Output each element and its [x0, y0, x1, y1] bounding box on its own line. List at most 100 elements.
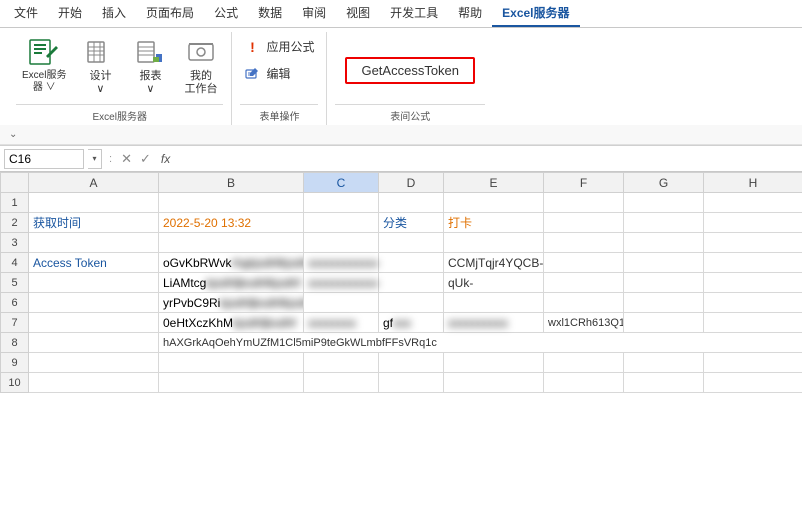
cell-G4[interactable]	[624, 253, 704, 273]
cell-A5[interactable]	[29, 273, 159, 293]
col-header-C[interactable]: C	[304, 173, 379, 193]
cell-F2[interactable]	[544, 213, 624, 233]
cell-D1[interactable]	[379, 193, 444, 213]
cell-F5[interactable]	[544, 273, 624, 293]
tab-file[interactable]: 文件	[4, 0, 48, 27]
cell-F6[interactable]	[544, 293, 624, 313]
design-button[interactable]: 设计∨	[78, 32, 122, 100]
cell-H6[interactable]	[704, 293, 802, 313]
cell-B1[interactable]	[159, 193, 304, 213]
cell-E10[interactable]	[444, 373, 544, 393]
tab-insert[interactable]: 插入	[92, 0, 136, 27]
cell-B6[interactable]: yrPvbC9Rikjsdhfjksdhfkjsdhf	[159, 293, 304, 313]
cell-D6[interactable]	[379, 293, 444, 313]
cell-D10[interactable]	[379, 373, 444, 393]
cell-D3[interactable]	[379, 233, 444, 253]
cell-C6[interactable]	[304, 293, 379, 313]
cell-C10[interactable]	[304, 373, 379, 393]
col-header-F[interactable]: F	[544, 173, 624, 193]
confirm-formula-icon[interactable]: ✓	[138, 151, 153, 167]
tab-developer[interactable]: 开发工具	[380, 0, 448, 27]
cell-reference[interactable]: C16	[4, 149, 84, 169]
cell-B2[interactable]: 2022-5-20 13:32	[159, 213, 304, 233]
cell-G3[interactable]	[624, 233, 704, 253]
cell-E2[interactable]: 打卡	[444, 213, 544, 233]
cell-B7[interactable]: 0eHtXczKhMkjsdhfjksdhf	[159, 313, 304, 333]
cell-A10[interactable]	[29, 373, 159, 393]
col-header-D[interactable]: D	[379, 173, 444, 193]
cell-G5[interactable]	[624, 273, 704, 293]
report-button[interactable]: 报表∨	[128, 32, 172, 100]
cell-F9[interactable]	[544, 353, 624, 373]
cell-B5[interactable]: LiAMtcgkjsdhfjksdhfkjsdhf	[159, 273, 304, 293]
tab-formula[interactable]: 公式	[204, 0, 248, 27]
col-header-H[interactable]: H	[704, 173, 802, 193]
formula-input[interactable]	[178, 149, 798, 169]
tab-excel-server[interactable]: Excel服务器	[492, 0, 579, 27]
cell-D9[interactable]	[379, 353, 444, 373]
cell-H1[interactable]	[704, 193, 802, 213]
cell-C1[interactable]	[304, 193, 379, 213]
cell-H9[interactable]	[704, 353, 802, 373]
cell-C7[interactable]: xxxxxxxx	[304, 313, 379, 333]
workbench-button[interactable]: 我的工作台	[178, 32, 223, 100]
cell-C3[interactable]	[304, 233, 379, 253]
tab-data[interactable]: 数据	[248, 0, 292, 27]
cell-D5[interactable]	[379, 273, 444, 293]
cell-E1[interactable]	[444, 193, 544, 213]
quick-access-down-icon[interactable]: ⌄	[6, 129, 20, 140]
cell-D7[interactable]: gfxxx	[379, 313, 444, 333]
cell-ref-dropdown[interactable]: ▾	[88, 149, 102, 169]
edit-button[interactable]: 编辑	[240, 63, 294, 84]
cell-G7[interactable]	[624, 313, 704, 333]
cell-A8[interactable]	[29, 333, 159, 353]
cell-E7[interactable]: xxxxxxxxxx	[444, 313, 544, 333]
cell-E9[interactable]	[444, 353, 544, 373]
cell-F3[interactable]	[544, 233, 624, 253]
col-header-B[interactable]: B	[159, 173, 304, 193]
cell-B3[interactable]	[159, 233, 304, 253]
cell-A7[interactable]	[29, 313, 159, 333]
cell-C5[interactable]: xxxxxxxxxxxxxxx	[304, 273, 379, 293]
cell-F7[interactable]: wxl1CRh613Q1	[544, 313, 624, 333]
cancel-formula-icon[interactable]: ✕	[119, 151, 134, 167]
cell-G1[interactable]	[624, 193, 704, 213]
col-header-A[interactable]: A	[29, 173, 159, 193]
cell-A6[interactable]	[29, 293, 159, 313]
cell-G9[interactable]	[624, 353, 704, 373]
cell-H7[interactable]	[704, 313, 802, 333]
tab-help[interactable]: 帮助	[448, 0, 492, 27]
get-access-token-button[interactable]: GetAccessToken	[345, 57, 475, 84]
col-header-G[interactable]: G	[624, 173, 704, 193]
cell-C9[interactable]	[304, 353, 379, 373]
cell-G2[interactable]	[624, 213, 704, 233]
cell-A4[interactable]: Access Token	[29, 253, 159, 273]
cell-H5[interactable]	[704, 273, 802, 293]
cell-A9[interactable]	[29, 353, 159, 373]
cell-E3[interactable]	[444, 233, 544, 253]
cell-G10[interactable]	[624, 373, 704, 393]
cell-E4[interactable]: CCMjTqjr4YQCB-	[444, 253, 544, 273]
cell-A1[interactable]	[29, 193, 159, 213]
cell-F1[interactable]	[544, 193, 624, 213]
tab-start[interactable]: 开始	[48, 0, 92, 27]
excel-server-button[interactable]: Excel服务器 ∨	[16, 32, 72, 98]
cell-C4[interactable]: xxxxxxxxxxxxxxx	[304, 253, 379, 273]
tab-page-layout[interactable]: 页面布局	[136, 0, 204, 27]
cell-F4[interactable]	[544, 253, 624, 273]
cell-A3[interactable]	[29, 233, 159, 253]
cell-E6[interactable]	[444, 293, 544, 313]
cell-H2[interactable]	[704, 213, 802, 233]
cell-H4[interactable]	[704, 253, 802, 273]
cell-G6[interactable]	[624, 293, 704, 313]
cell-B4[interactable]: oGvKbRWvkrhgkjsdhfkjsdhfkjhsd	[159, 253, 304, 273]
cell-D4[interactable]	[379, 253, 444, 273]
cell-H10[interactable]	[704, 373, 802, 393]
cell-B10[interactable]	[159, 373, 304, 393]
cell-H3[interactable]	[704, 233, 802, 253]
cell-B8[interactable]: hAXGrkAqOehYmUZfM1Cl5miP9teGkWLmbfFFsVRq…	[159, 333, 802, 353]
tab-view[interactable]: 视图	[336, 0, 380, 27]
col-header-E[interactable]: E	[444, 173, 544, 193]
fx-icon[interactable]: fx	[157, 152, 174, 166]
cell-E5[interactable]: qUk-	[444, 273, 544, 293]
